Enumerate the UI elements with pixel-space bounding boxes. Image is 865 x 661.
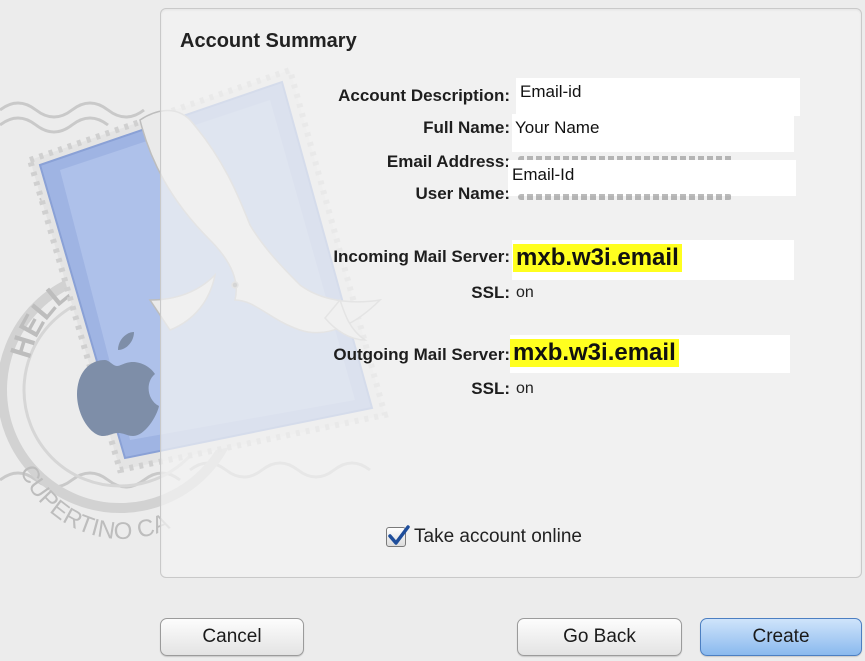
incoming-server-label: Incoming Mail Server:: [333, 247, 510, 266]
outgoing-ssl-label: SSL:: [471, 379, 510, 398]
take-account-online-checkbox[interactable]: [386, 525, 410, 547]
user-name-value: Email-Id: [512, 165, 575, 184]
incoming-ssl-value: on: [516, 284, 534, 301]
email-address-label: Email Address:: [386, 152, 510, 171]
user-name-obscured-text: [518, 194, 732, 200]
create-button[interactable]: Create: [700, 618, 862, 656]
take-account-online-option[interactable]: Take account online: [386, 525, 582, 548]
full-name-label: Full Name:: [423, 118, 510, 137]
incoming-server-value: mxb.w3i.email: [513, 244, 682, 272]
cancel-button[interactable]: Cancel: [160, 618, 304, 656]
account-description-value: Email-id: [520, 82, 582, 101]
account-description-label: Account Description:: [338, 86, 510, 105]
take-account-online-label: Take account online: [414, 526, 582, 547]
outgoing-server-value: mxb.w3i.email: [510, 339, 679, 367]
go-back-button[interactable]: Go Back: [517, 618, 682, 656]
checkmark-icon: [388, 525, 410, 545]
full-name-value: Your Name: [515, 118, 600, 137]
incoming-ssl-label: SSL:: [471, 283, 510, 302]
outgoing-ssl-value: on: [516, 380, 534, 397]
user-name-label: User Name:: [415, 184, 511, 203]
account-summary-heading: Account Summary: [180, 30, 357, 52]
outgoing-server-label: Outgoing Mail Server:: [333, 345, 510, 364]
